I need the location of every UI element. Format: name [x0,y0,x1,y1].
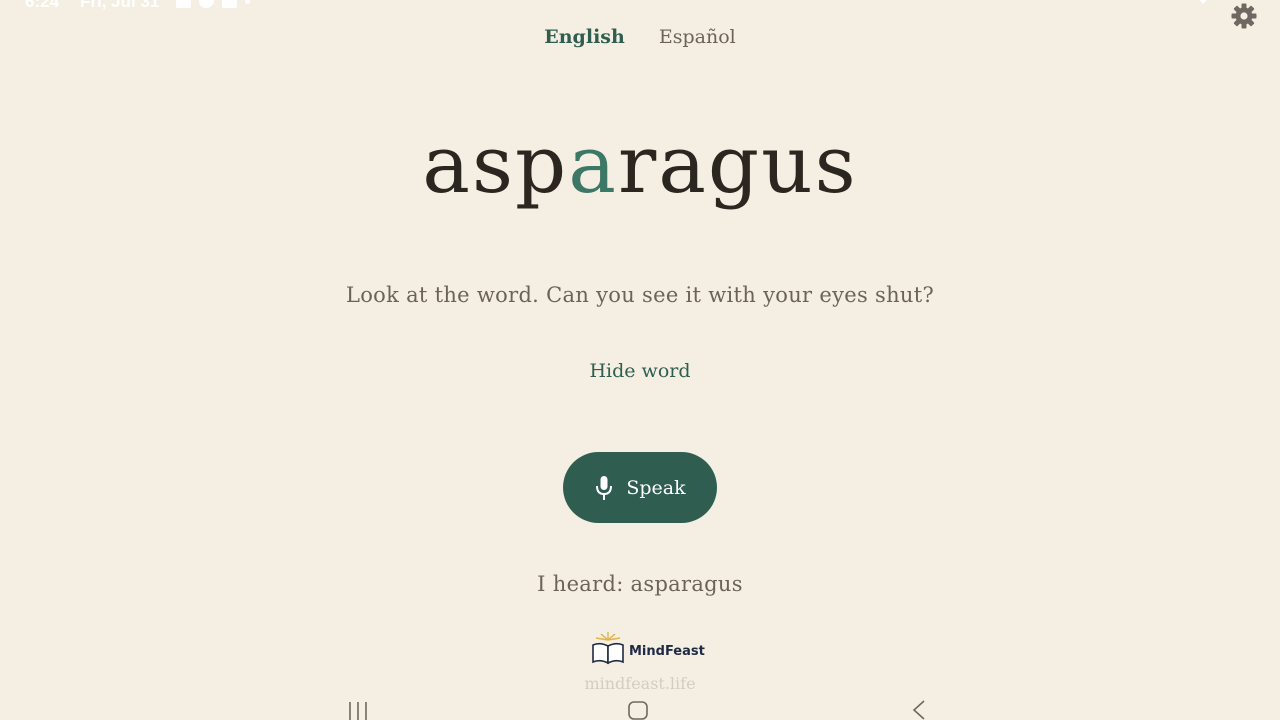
navigation-bar [0,698,1280,720]
back-button[interactable] [898,698,938,720]
recent-apps-button[interactable] [338,698,378,720]
key-icon [1174,0,1190,4]
word-highlight-letter: a [568,118,618,211]
word-part: ragus [617,118,858,211]
target-word: asparagus [0,115,1280,215]
notification-icon [176,0,191,8]
language-switch: English Español [0,26,1280,48]
notification-icons [176,0,250,8]
wifi-icon [1199,0,1207,4]
brand-logo: MindFeast [590,630,705,666]
home-button[interactable] [618,698,658,720]
status-time: 6:24 [25,0,60,11]
notification-icon [222,0,237,8]
system-icons [1174,0,1210,4]
language-option-spanish[interactable]: Español [659,26,736,48]
home-icon [628,701,648,720]
more-notifications-icon [245,0,250,4]
website-url: mindfeast.life [584,674,696,693]
status-date: Fri, Jul 31 [80,0,160,11]
microphone-icon [596,475,613,500]
back-icon [912,700,925,720]
hide-word-button[interactable]: Hide word [589,360,690,382]
brand-name: MindFeast [629,643,705,659]
hide-word-container: Hide word [0,360,1280,382]
instruction-text: Look at the word. Can you see it with yo… [345,283,935,307]
language-option-english[interactable]: English [544,26,625,48]
notification-icon [199,0,214,8]
heard-text: I heard: asparagus [537,572,743,596]
speak-button[interactable]: Speak [563,452,717,523]
speak-button-label: Speak [626,476,686,499]
status-bar: 6:24 Fri, Jul 31 [0,0,1280,14]
open-book-icon [592,632,624,665]
recent-apps-icon [349,702,367,720]
word-part: asp [422,118,569,211]
